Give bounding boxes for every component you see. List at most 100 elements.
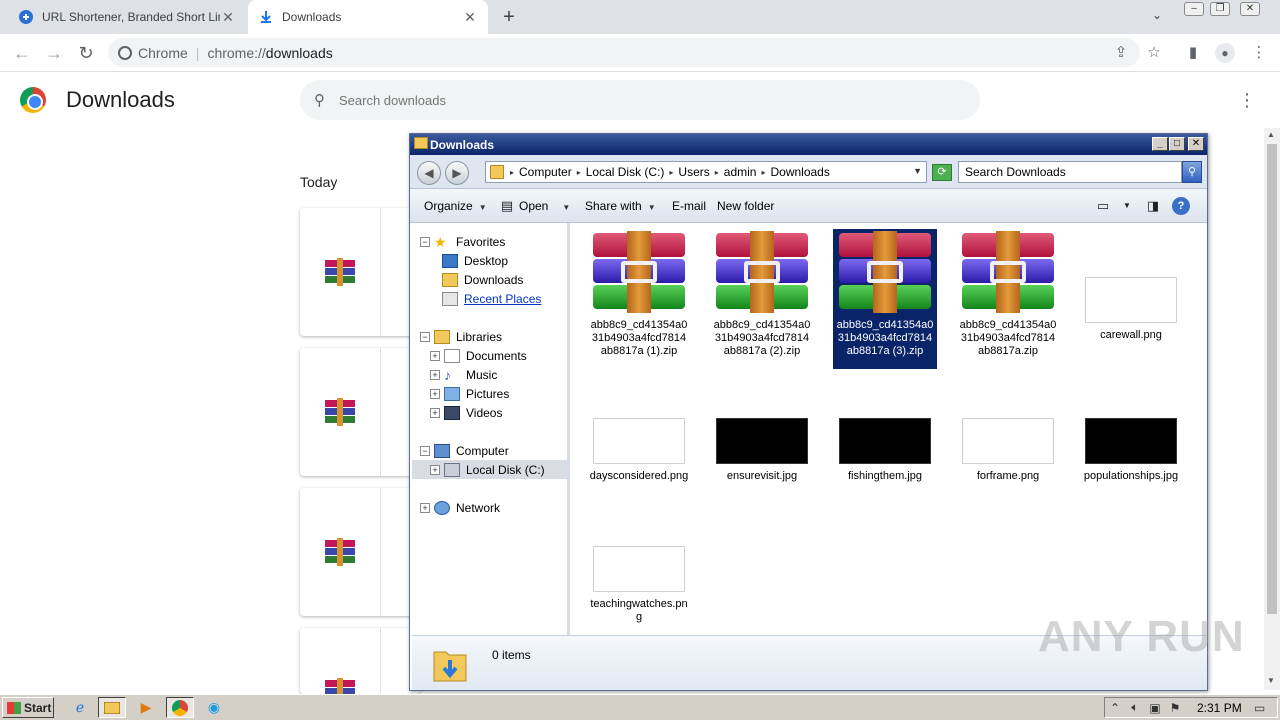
nav-local-disk[interactable]: + Local Disk (C:) — [412, 460, 567, 479]
help-icon[interactable]: ? — [1172, 197, 1190, 215]
nav-network[interactable]: + Network — [412, 498, 567, 517]
organize-button[interactable]: Organize ▼ — [424, 199, 487, 213]
forward-arrow-icon[interactable]: ▶ — [445, 161, 469, 185]
download-item[interactable] — [300, 348, 420, 476]
nav-downloads[interactable]: Downloads — [412, 270, 567, 289]
address-dropdown-icon[interactable]: ▼ — [913, 166, 922, 176]
chrome-menu-icon[interactable]: ⋮ — [1248, 42, 1270, 64]
file-item[interactable]: populationships.jpg — [1079, 418, 1183, 483]
search-downloads-field[interactable]: Search Downloads — [958, 161, 1182, 183]
file-item[interactable]: carewall.png — [1079, 277, 1183, 342]
edge-icon[interactable]: ◉ — [200, 697, 228, 718]
download-item[interactable] — [300, 628, 420, 694]
breadcrumb-computer[interactable]: Computer — [519, 165, 572, 179]
tab-downloads[interactable]: Downloads ✕ — [248, 0, 488, 34]
collapse-icon[interactable]: − — [420, 445, 430, 456]
breadcrumb[interactable]: ▸ Computer ▸ Local Disk (C:) ▸ Users ▸ a… — [485, 161, 927, 183]
refresh-icon[interactable]: ⟳ — [932, 164, 952, 181]
restore-button[interactable]: ❐ — [1210, 2, 1230, 16]
scroll-down-arrow-icon[interactable]: ▼ — [1267, 676, 1275, 685]
collapse-icon[interactable]: − — [420, 236, 430, 247]
back-arrow-icon[interactable]: ← — [10, 41, 34, 65]
tab-url-shortener[interactable]: URL Shortener, Branded Short Links ✕ — [8, 0, 246, 34]
search-icon[interactable]: ⚲ — [1182, 161, 1202, 183]
share-with-button[interactable]: Share with ▼ — [585, 199, 656, 213]
nav-favorites[interactable]: − ★ Favorites — [412, 232, 567, 251]
email-button[interactable]: E-mail — [672, 199, 706, 213]
file-item[interactable]: teachingwatches.png — [587, 546, 691, 624]
minimize-button[interactable]: _ — [1152, 137, 1168, 151]
breadcrumb-downloads[interactable]: Downloads — [770, 165, 829, 179]
change-view-icon[interactable]: ▭ — [1094, 197, 1112, 215]
preview-pane-icon[interactable]: ◨ — [1144, 197, 1162, 215]
explorer-folder-icon[interactable] — [98, 697, 126, 718]
minimize-button[interactable]: ‒ — [1184, 2, 1204, 16]
expand-icon[interactable]: + — [430, 407, 440, 418]
chevron-right-icon[interactable]: ▸ — [669, 168, 673, 177]
nav-libraries[interactable]: − Libraries — [412, 327, 567, 346]
forward-arrow-icon[interactable]: → — [42, 41, 66, 65]
close-window-button[interactable]: ✕ — [1240, 2, 1260, 16]
file-item-selected[interactable]: abb8c9_cd41354a031b4903a4fcd7814ab8817a … — [833, 229, 937, 369]
download-item[interactable] — [300, 208, 420, 336]
chevron-right-icon[interactable]: ▸ — [510, 168, 514, 177]
expand-icon[interactable]: + — [430, 369, 440, 380]
scroll-up-arrow-icon[interactable]: ▲ — [1267, 130, 1275, 139]
maximize-button[interactable]: □ — [1169, 137, 1185, 151]
expand-icon[interactable]: + — [430, 350, 440, 361]
close-window-button[interactable]: ✕ — [1188, 137, 1204, 151]
back-arrow-icon[interactable]: ◀ — [417, 161, 441, 185]
chevron-right-icon[interactable]: ▸ — [761, 168, 765, 177]
start-button[interactable]: Start — [2, 697, 54, 718]
expand-icon[interactable]: + — [430, 464, 440, 475]
breadcrumb-local-disk[interactable]: Local Disk (C:) — [586, 165, 665, 179]
network-tray-icon[interactable]: ▣ — [1145, 701, 1165, 715]
file-item[interactable]: abb8c9_cd41354a031b4903a4fcd7814ab8817a … — [710, 231, 814, 369]
new-tab-button[interactable]: + — [498, 6, 520, 28]
chrome-icon[interactable] — [166, 697, 194, 718]
file-item[interactable]: fishingthem.jpg — [833, 418, 937, 483]
file-item[interactable]: ensurevisit.jpg — [710, 418, 814, 483]
breadcrumb-admin[interactable]: admin — [724, 165, 757, 179]
expand-icon[interactable]: + — [420, 502, 430, 513]
profile-avatar-icon[interactable]: ● — [1214, 42, 1236, 64]
explorer-title-bar[interactable]: Downloads _ □ ✕ — [410, 134, 1207, 155]
tab-search-chevron-icon[interactable]: ⌄ — [1152, 8, 1162, 22]
close-tab-icon[interactable]: ✕ — [462, 9, 478, 26]
breadcrumb-users[interactable]: Users — [678, 165, 709, 179]
search-downloads-box[interactable]: ⚲ — [300, 80, 980, 120]
media-player-icon[interactable]: ▶ — [132, 697, 160, 718]
volume-icon[interactable]: 🔈︎ — [1125, 700, 1145, 715]
explorer-window[interactable]: Downloads _ □ ✕ ◀ ▶ ▸ Computer ▸ Local D… — [409, 133, 1208, 691]
bookmark-star-icon[interactable]: ☆ — [1143, 42, 1165, 64]
file-item[interactable]: abb8c9_cd41354a031b4903a4fcd7814ab8817a … — [587, 231, 691, 369]
share-icon[interactable]: ⇪ — [1110, 42, 1132, 64]
download-item[interactable] — [300, 488, 420, 616]
nav-music[interactable]: + ♪ Music — [412, 365, 567, 384]
dropdown-arrow-icon[interactable]: ▼ — [562, 203, 570, 212]
nav-recent-places[interactable]: Recent Places — [412, 289, 567, 308]
page-scrollbar[interactable]: ▲ ▼ — [1264, 128, 1280, 690]
view-dropdown-icon[interactable]: ▼ — [1118, 197, 1136, 215]
nav-videos[interactable]: + Videos — [412, 403, 567, 422]
file-item[interactable]: abb8c9_cd41354a031b4903a4fcd7814ab8817a.… — [956, 231, 1060, 369]
close-tab-icon[interactable]: ✕ — [220, 9, 236, 26]
open-button[interactable]: Open ▼ — [519, 199, 570, 213]
chevron-right-icon[interactable]: ▸ — [715, 168, 719, 177]
address-bar[interactable]: Chrome | chrome://downloads — [108, 38, 1140, 67]
chevron-right-icon[interactable]: ▸ — [577, 168, 581, 177]
nav-pictures[interactable]: + Pictures — [412, 384, 567, 403]
nav-documents[interactable]: + Documents — [412, 346, 567, 365]
internet-explorer-icon[interactable]: ℯ — [66, 697, 94, 718]
action-center-flag-icon[interactable]: ⚑ — [1165, 701, 1185, 715]
nav-computer[interactable]: − Computer — [412, 441, 567, 460]
show-desktop-icon[interactable]: ▭ — [1250, 701, 1270, 715]
tray-expand-icon[interactable]: ⌃ — [1105, 701, 1125, 715]
scrollbar-thumb[interactable] — [1267, 144, 1277, 614]
search-input[interactable] — [339, 92, 839, 108]
nav-desktop[interactable]: Desktop — [412, 251, 567, 270]
more-actions-icon[interactable]: ⋮ — [1238, 90, 1256, 111]
reload-icon[interactable]: ↻ — [74, 41, 98, 65]
side-panel-icon[interactable]: ▮ — [1182, 42, 1204, 64]
expand-icon[interactable]: + — [430, 388, 440, 399]
